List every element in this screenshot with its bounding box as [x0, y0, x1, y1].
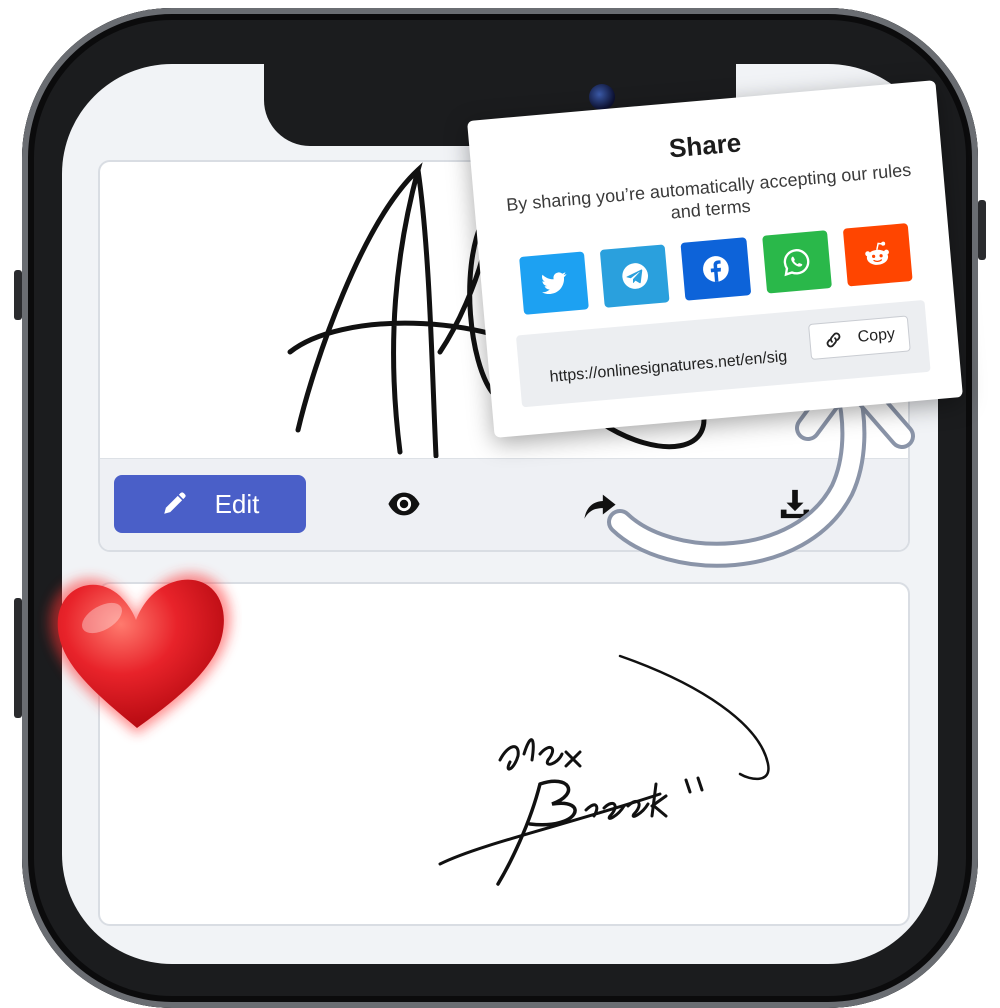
- link-icon: [826, 332, 841, 348]
- share-link-bar: https://onlinesignatures.net/en/sig Copy: [515, 299, 931, 408]
- edit-button[interactable]: Edit: [114, 475, 306, 533]
- telegram-button[interactable]: [599, 244, 670, 308]
- front-camera: [589, 84, 615, 110]
- reddit-button[interactable]: [842, 223, 913, 287]
- pencil-icon: [163, 492, 186, 514]
- twitter-icon: [541, 272, 567, 295]
- whatsapp-icon: [783, 249, 810, 277]
- phone-volume-button: [14, 598, 22, 718]
- eye-icon[interactable]: [387, 487, 421, 521]
- reddit-icon: [865, 241, 890, 265]
- share-dialog: Share By sharing you’re automatically ac…: [467, 80, 963, 438]
- telegram-icon: [622, 263, 648, 289]
- phone-side-button: [14, 270, 22, 320]
- share-url-field[interactable]: https://onlinesignatures.net/en/sig: [549, 345, 822, 387]
- facebook-button[interactable]: [680, 237, 751, 301]
- copy-label: Copy: [856, 325, 896, 346]
- heart-icon: [49, 573, 231, 734]
- phone-power-button: [978, 200, 986, 260]
- whatsapp-button[interactable]: [761, 230, 832, 294]
- copy-button[interactable]: Copy: [808, 315, 911, 361]
- edit-label: Edit: [214, 488, 260, 519]
- social-buttons: [519, 223, 913, 315]
- facebook-icon: [703, 256, 729, 282]
- twitter-button[interactable]: [519, 251, 590, 315]
